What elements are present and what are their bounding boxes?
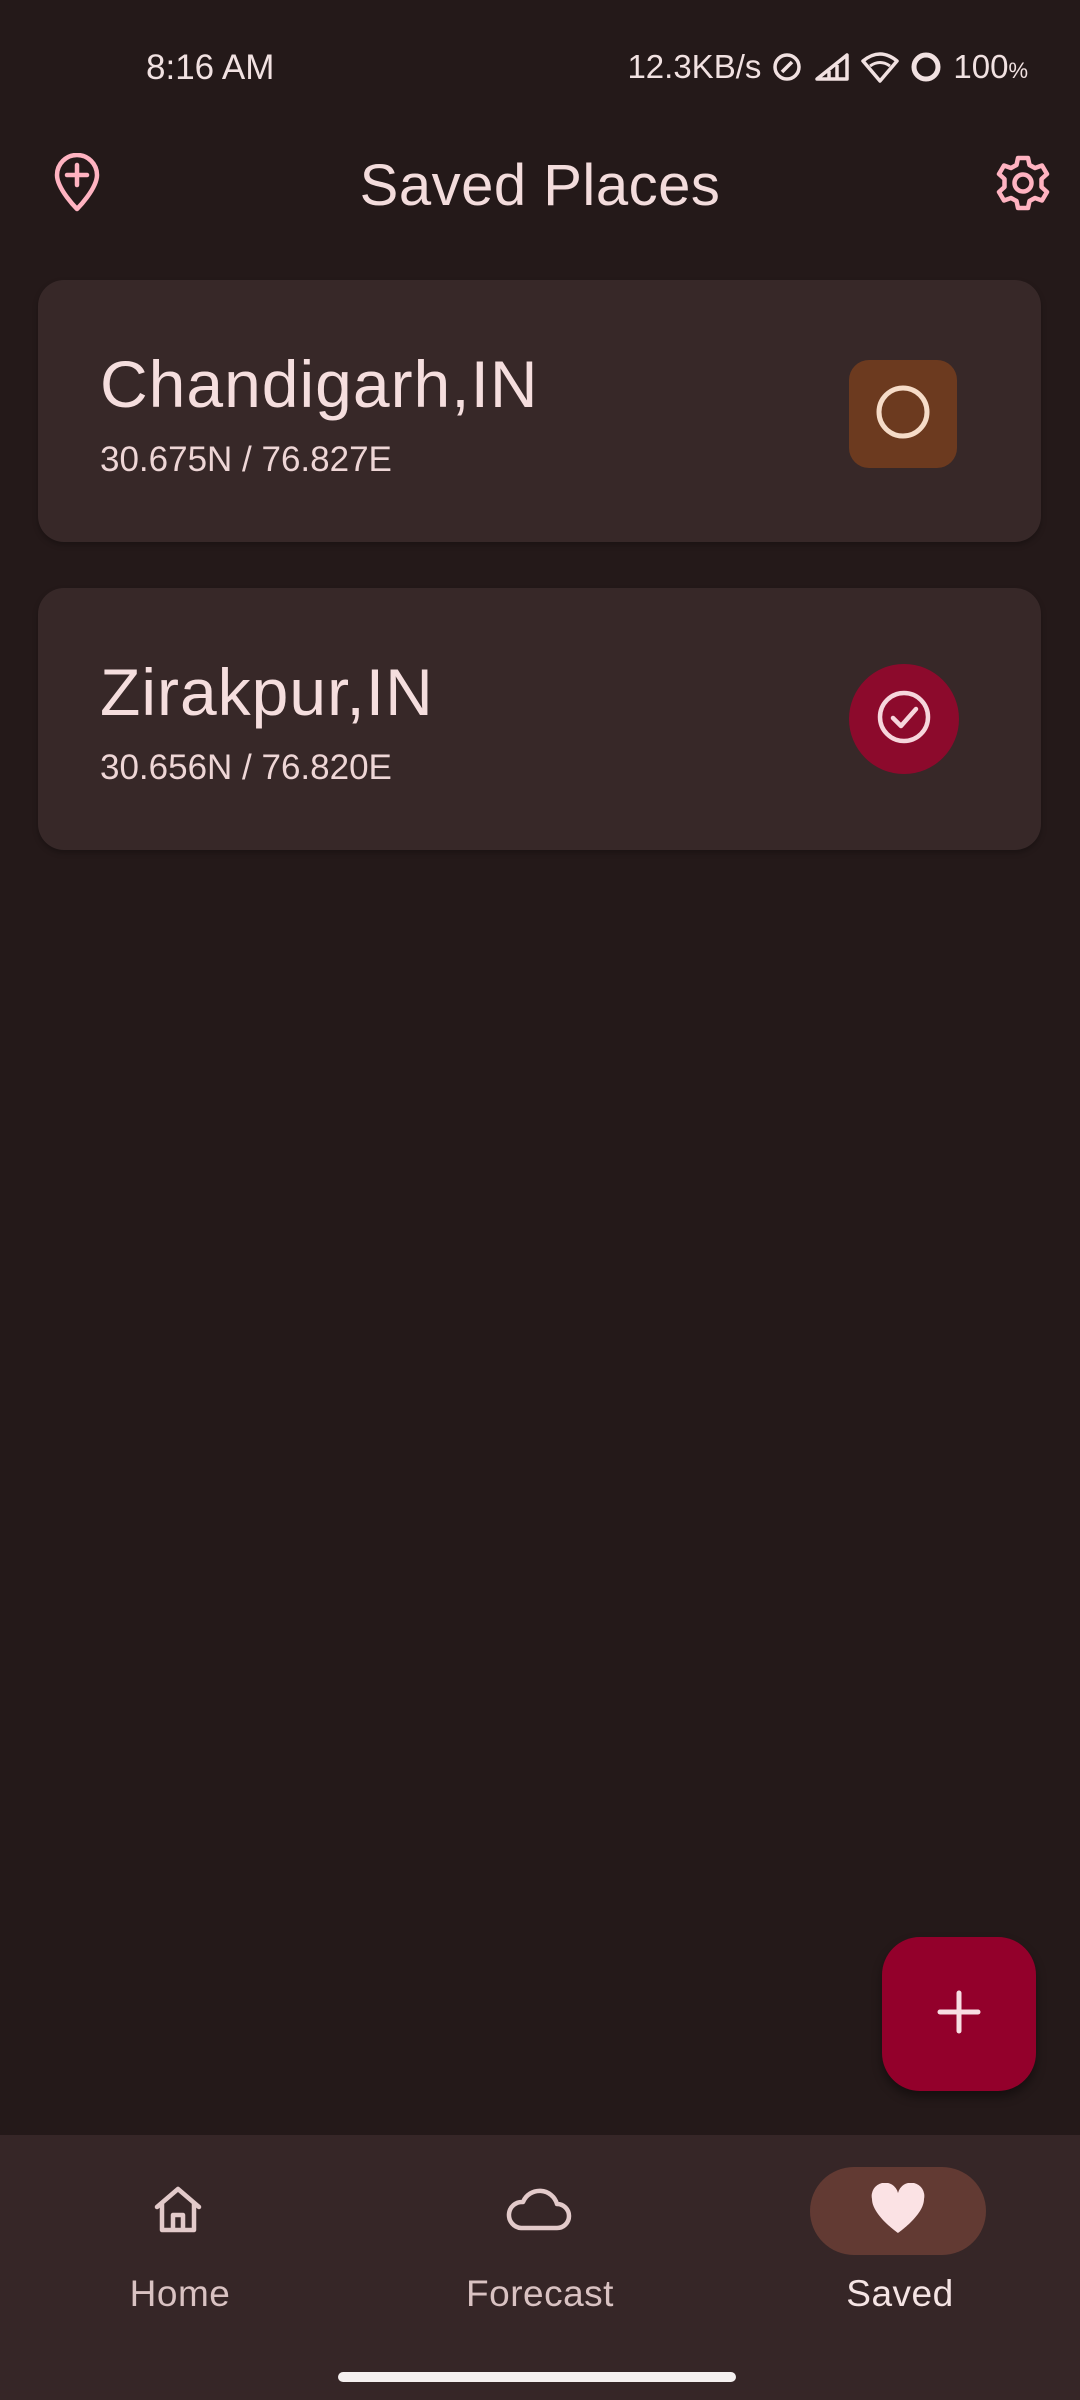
nav-icon-container (450, 2167, 626, 2255)
heart-icon (869, 2182, 927, 2240)
nav-label: Home (129, 2273, 231, 2314)
nav-icon-container (90, 2167, 266, 2255)
data-saver-icon (771, 51, 803, 83)
battery-icon (909, 50, 943, 84)
select-place-button[interactable] (849, 360, 957, 468)
signal-icon (813, 51, 851, 83)
network-speed: 12.3KB/s (627, 48, 762, 85)
nav-item-home[interactable]: Home (0, 2135, 360, 2335)
top-app-bar: Saved Places (0, 140, 1080, 250)
settings-button[interactable] (978, 140, 1068, 230)
gear-icon (993, 153, 1053, 218)
bottom-navigation: Home Forecast Saved (0, 2135, 1080, 2400)
nav-item-saved[interactable]: Saved (720, 2135, 1080, 2335)
circle-outline-icon (873, 382, 933, 447)
nav-icon-container (810, 2167, 986, 2255)
place-name: Chandigarh,IN (100, 347, 539, 421)
nav-label: Saved (846, 2273, 954, 2314)
place-coordinates: 30.656N / 76.820E (100, 748, 392, 787)
check-circle-icon (874, 687, 934, 752)
cloud-icon (503, 2184, 573, 2239)
place-coordinates: 30.675N / 76.827E (100, 440, 392, 479)
home-indicator[interactable] (338, 2372, 736, 2382)
status-bar: 8:16 AM 12.3KB/s 100% (0, 0, 1080, 140)
select-place-button[interactable] (849, 664, 959, 774)
home-icon (151, 2182, 205, 2241)
nav-item-forecast[interactable]: Forecast (360, 2135, 720, 2335)
place-card[interactable]: Chandigarh,IN 30.675N / 76.827E (38, 280, 1041, 542)
add-place-fab[interactable] (882, 1937, 1036, 2091)
battery-percentage: 100% (953, 48, 1028, 85)
page-title: Saved Places (359, 153, 721, 218)
plus-icon (936, 1989, 982, 2040)
nav-label: Forecast (466, 2273, 614, 2314)
place-name: Zirakpur,IN (100, 655, 434, 729)
wifi-icon (861, 51, 900, 83)
status-indicators: 12.3KB/s 100% (627, 48, 1028, 86)
status-time: 8:16 AM (146, 48, 275, 87)
place-card[interactable]: Zirakpur,IN 30.656N / 76.820E (38, 588, 1041, 850)
